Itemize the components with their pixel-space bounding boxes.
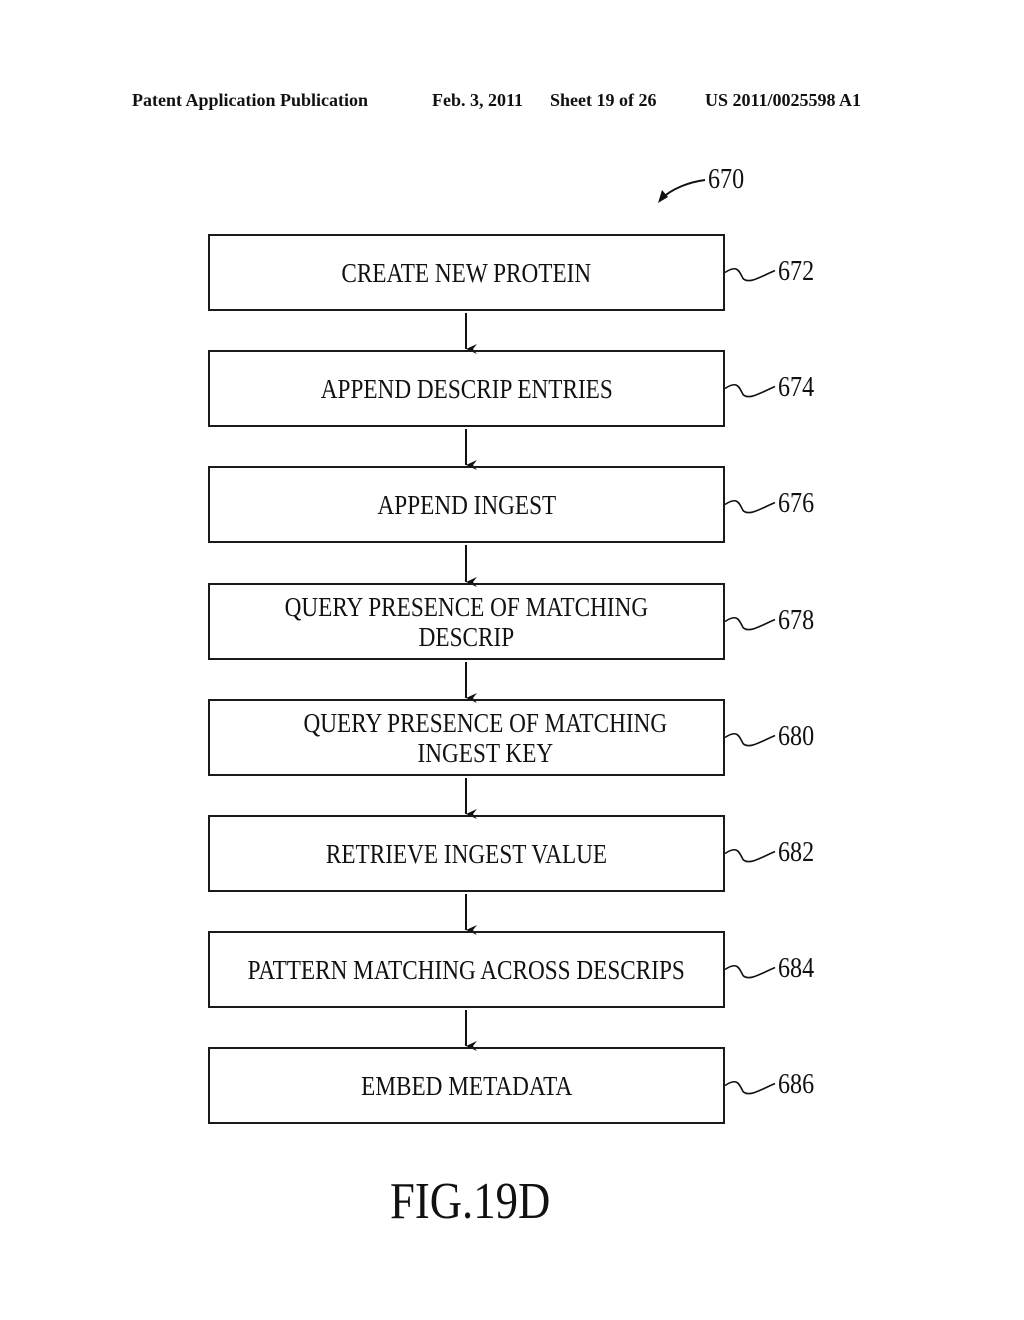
flow-step-box: APPEND INGEST — [208, 466, 725, 543]
flow-step-box: PATTERN MATCHING ACROSS DESCRIPS — [208, 931, 725, 1008]
flow-step-box: CREATE NEW PROTEIN — [208, 234, 725, 311]
flow-step-label: EMBED METADATA — [360, 1070, 573, 1101]
flow-step-reference-number: 672 — [778, 256, 815, 287]
flow-step-box: QUERY PRESENCE OF MATCHING INGEST KEY — [208, 699, 725, 776]
flow-step-label: QUERY PRESENCE OF MATCHING INGEST KEY — [303, 707, 668, 768]
leader-line — [724, 267, 776, 282]
leader-line — [724, 499, 776, 514]
flow-step-reference-number: 680 — [778, 721, 815, 752]
flow-step-box: RETRIEVE INGEST VALUE — [208, 815, 725, 892]
flow-step-label: APPEND DESCRIP ENTRIES — [320, 373, 613, 404]
leader-line — [724, 964, 776, 979]
diagram-pointer-arrowhead-icon — [658, 190, 668, 203]
flow-step-reference-number: 682 — [778, 837, 815, 868]
leader-line — [724, 848, 776, 863]
flow-step-label: APPEND INGEST — [377, 489, 556, 520]
leader-line — [724, 1080, 776, 1095]
flow-step-box: EMBED METADATA — [208, 1047, 725, 1124]
flow-step-reference-number: 674 — [778, 372, 815, 403]
leader-line — [724, 732, 776, 747]
leader-line — [724, 616, 776, 631]
flow-step-reference-number: 676 — [778, 488, 815, 519]
flow-step-box: APPEND DESCRIP ENTRIES — [208, 350, 725, 427]
flow-step-box: QUERY PRESENCE OF MATCHING DESCRIP — [208, 583, 725, 660]
flow-step-label: QUERY PRESENCE OF MATCHING DESCRIP — [284, 591, 649, 652]
flow-step-reference-number: 678 — [778, 605, 815, 636]
flow-step-reference-number: 686 — [778, 1069, 815, 1100]
leader-line — [724, 383, 776, 398]
figure-label: FIG.19D — [390, 1173, 551, 1230]
flow-step-label: RETRIEVE INGEST VALUE — [325, 838, 608, 869]
flow-step-reference-number: 684 — [778, 953, 815, 984]
flow-step-label: CREATE NEW PROTEIN — [341, 257, 592, 288]
flow-step-label: PATTERN MATCHING ACROSS DESCRIPS — [247, 954, 686, 985]
